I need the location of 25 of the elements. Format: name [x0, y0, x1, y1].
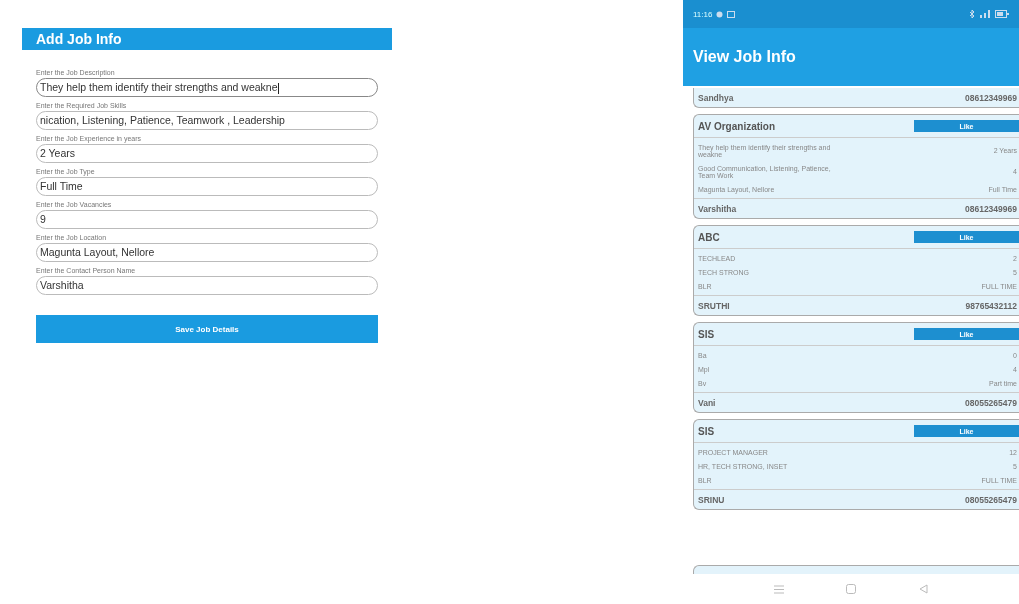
- contact-name: Vani: [698, 397, 716, 408]
- image-icon: [727, 10, 736, 18]
- contact-phone: 08612349969: [965, 92, 1017, 103]
- contact-name: Varshitha: [698, 203, 737, 214]
- notification-icon: [716, 10, 724, 18]
- home-icon[interactable]: [846, 584, 857, 594]
- contact-phone: 98765432112: [965, 300, 1017, 311]
- contact-name: Sandhya: [698, 92, 734, 103]
- bluetooth-icon: [969, 10, 975, 18]
- contact-phone: 08612349969: [965, 203, 1017, 214]
- contact-name: SRUTHI: [698, 300, 730, 311]
- company-name: ABC: [698, 231, 720, 243]
- back-icon[interactable]: [918, 584, 928, 594]
- status-time: 11:16: [693, 9, 713, 19]
- menu-icon[interactable]: [774, 584, 785, 594]
- contact-phone: 08055265479: [965, 397, 1017, 408]
- company-name: SIS: [698, 328, 715, 340]
- contact-name: SRINU: [698, 494, 725, 505]
- battery-icon: [995, 10, 1009, 18]
- contact-phone: 08055265479: [965, 494, 1017, 505]
- screen-title: View Job Info: [693, 48, 796, 66]
- company-name: SIS: [698, 425, 715, 437]
- signal-icon: [979, 10, 991, 18]
- screen-title: Add Job Info: [22, 28, 392, 50]
- company-name: AV Organization: [698, 120, 776, 132]
